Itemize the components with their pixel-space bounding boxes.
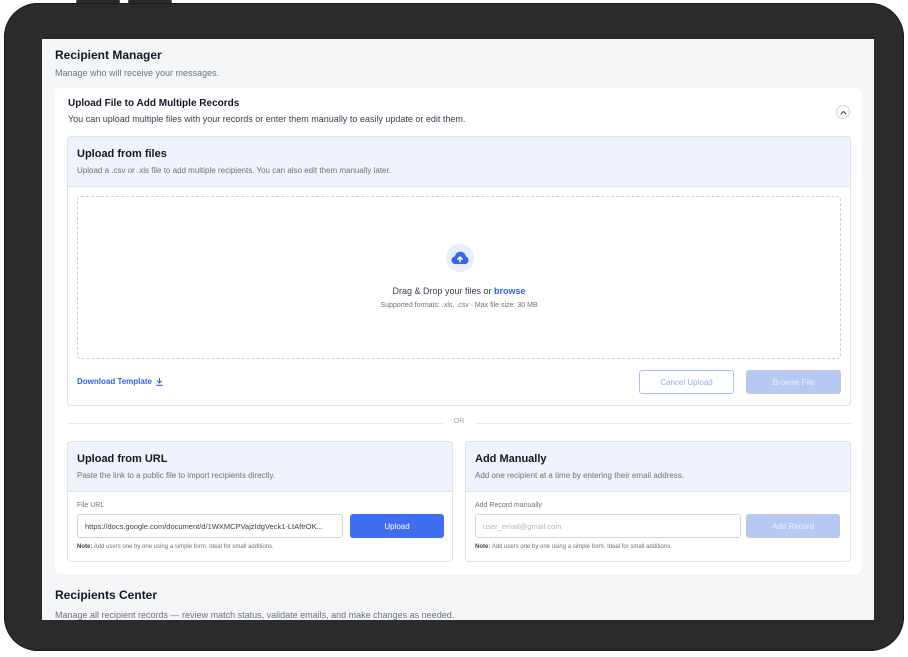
- upload-from-url-panel: Upload from URL Paste the link to a publ…: [67, 441, 453, 562]
- manual-panel-header: Add Manually Add one recipient at a time…: [466, 442, 850, 492]
- url-panel-header: Upload from URL Paste the link to a publ…: [68, 442, 452, 492]
- collapse-button[interactable]: [836, 105, 850, 119]
- add-record-label: Add Record manually: [475, 502, 542, 509]
- files-panel-title: Upload from files: [77, 148, 167, 160]
- page-subtitle: Manage who will receive your messages.: [55, 68, 220, 78]
- manual-panel-title: Add Manually: [475, 453, 547, 465]
- files-panel-subtitle: Upload a .csv or .xls file to add multip…: [77, 166, 391, 175]
- email-input[interactable]: user_email@gmail.com: [475, 514, 741, 538]
- divider-line-left: [67, 423, 443, 424]
- file-url-input[interactable]: https://docs.google.com/document/d/1WXMC…: [77, 514, 343, 538]
- files-panel-header: Upload from files Upload a .csv or .xls …: [68, 137, 850, 187]
- chevron-up-icon: [839, 110, 847, 115]
- add-record-button[interactable]: Add Record: [746, 514, 840, 538]
- url-note: Note: Add users one by one using a simpl…: [77, 544, 274, 550]
- supported-formats: Supported formats: .xls, .csv · Max file…: [380, 302, 538, 309]
- file-dropzone[interactable]: Drag & Drop your files or browse Support…: [77, 196, 841, 359]
- drop-text: Drag & Drop your files or: [392, 286, 492, 296]
- cloud-upload-icon: [446, 244, 474, 272]
- upload-url-button[interactable]: Upload: [350, 514, 444, 538]
- upload-from-files-panel: Upload from files Upload a .csv or .xls …: [67, 136, 851, 406]
- manual-note-text: Add users one by one using a simple form…: [491, 544, 672, 550]
- page-header: Recipient Manager Manage who will receiv…: [55, 48, 219, 78]
- upload-card-subtitle: You can upload multiple files with your …: [68, 114, 466, 124]
- or-divider: OR: [67, 417, 851, 429]
- manual-note-prefix: Note:: [475, 544, 491, 550]
- url-note-text: Add users one by one using a simple form…: [93, 544, 274, 550]
- or-label: OR: [453, 418, 465, 425]
- url-note-prefix: Note:: [77, 544, 93, 550]
- download-icon: [156, 377, 163, 386]
- upload-card-title: Upload File to Add Multiple Records: [68, 98, 240, 109]
- add-manually-panel: Add Manually Add one recipient at a time…: [465, 441, 851, 562]
- manual-panel-subtitle: Add one recipient at a time by entering …: [475, 471, 685, 480]
- download-template-label: Download Template: [77, 377, 152, 386]
- manual-note: Note: Add users one by one using a simpl…: [475, 544, 672, 550]
- device-frame: Recipient Manager Manage who will receiv…: [4, 3, 904, 651]
- url-panel-subtitle: Paste the link to a public file to impor…: [77, 471, 276, 480]
- app-screen: Recipient Manager Manage who will receiv…: [42, 39, 874, 620]
- recipients-center-header: Recipients Center Manage all recipient r…: [55, 588, 454, 620]
- page-title: Recipient Manager: [55, 48, 162, 62]
- divider-line-right: [475, 423, 851, 424]
- recipients-center-title: Recipients Center: [55, 588, 158, 602]
- drop-instructions: Drag & Drop your files or browse: [78, 286, 840, 296]
- browse-file-button[interactable]: Browse File: [746, 370, 841, 394]
- file-url-label: File URL: [77, 502, 105, 509]
- recipients-center-subtitle: Manage all recipient records — review ma…: [55, 610, 455, 620]
- upload-card: Upload File to Add Multiple Records You …: [55, 88, 862, 574]
- cancel-upload-button[interactable]: Cancel Upload: [639, 370, 734, 394]
- url-panel-title: Upload from URL: [77, 453, 168, 465]
- download-template-link[interactable]: Download Template: [77, 377, 163, 386]
- browse-link[interactable]: browse: [494, 286, 526, 296]
